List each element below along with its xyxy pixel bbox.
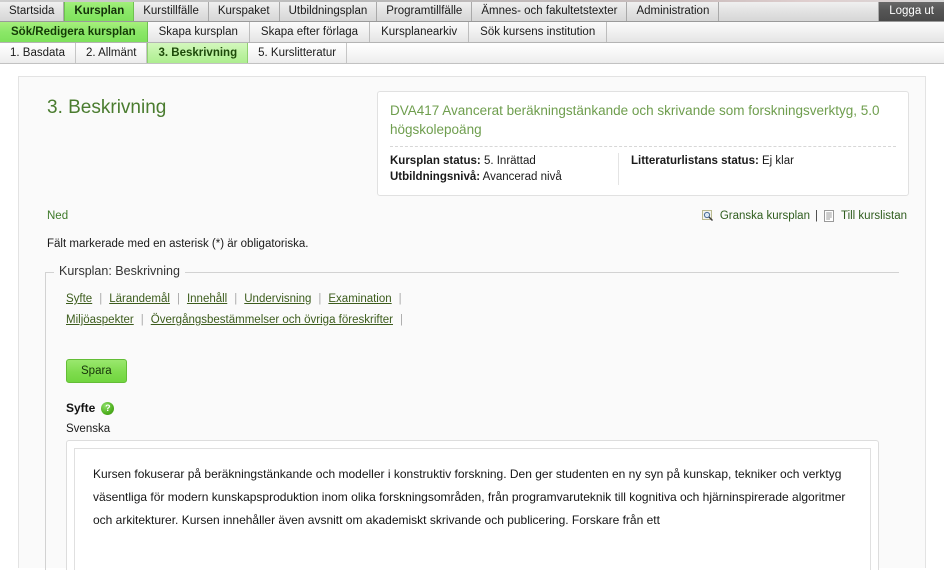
section-link-divider: |: [318, 293, 322, 305]
secondary-navigation-bar: Sök/Redigera kursplan Skapa kursplan Ska…: [0, 22, 944, 43]
required-fields-note: Fält markerade med en asterisk (*) är ob…: [47, 238, 309, 250]
subnav-filler: [607, 22, 944, 42]
nav-item-utbildningsplan[interactable]: Utbildningsplan: [280, 0, 378, 21]
nav-item-label: Kurstillfälle: [143, 4, 199, 17]
kursplan-status-row: Kursplan status: 5. Inrättad: [390, 153, 618, 169]
step-tab-5-kurslitteratur[interactable]: 5. Kurslitteratur: [248, 43, 348, 63]
section-link-divider: |: [99, 293, 103, 305]
syfte-editor-container[interactable]: Kursen fokuserar på beräkningstänkande o…: [66, 440, 879, 570]
ned-link[interactable]: Ned: [47, 210, 68, 222]
nav-item-label: Administration: [636, 4, 710, 17]
panel-header: 3. Beskrivning DVA417 Avancerat beräknin…: [35, 91, 909, 196]
subnav-item-label: Kursplanearkiv: [381, 26, 458, 38]
nav-item-label: Kursplan: [74, 4, 125, 17]
step-tab-label: 1. Basdata: [10, 47, 65, 59]
section-link-undervisning[interactable]: Undervisning: [244, 293, 311, 305]
right-action-links: Granska kursplan | Till kurslistan: [701, 210, 907, 222]
syfte-body-text: Kursen fokuserar på beräkningstänkande o…: [93, 467, 846, 527]
section-link-miljoaspekter[interactable]: Miljöaspekter: [66, 314, 134, 326]
step-tab-label: 3. Beskrivning: [158, 47, 238, 59]
subnav-item-skapa-efter-forlaga[interactable]: Skapa efter förlaga: [250, 22, 371, 42]
page-title: 3. Beskrivning: [47, 97, 167, 118]
nav-item-label: Utbildningsplan: [288, 4, 368, 17]
litteraturlista-status-label: Litteraturlistans status:: [631, 155, 759, 167]
section-link-divider: |: [140, 314, 144, 326]
nav-item-label: Ämnes- och fakultetstexter: [481, 4, 618, 17]
step-tab-label: 2. Allmänt: [85, 47, 137, 59]
document-list-icon: [823, 210, 835, 222]
granska-kursplan-link[interactable]: Granska kursplan: [720, 210, 810, 222]
syfte-editor-area[interactable]: Kursen fokuserar på beräkningstänkande o…: [74, 448, 871, 570]
subnav-item-label: Skapa kursplan: [158, 26, 238, 38]
course-title: DVA417 Avancerat beräkningstänkande och …: [390, 101, 896, 147]
magnifier-icon: [701, 210, 714, 222]
save-button[interactable]: Spara: [66, 359, 127, 383]
course-info-box: DVA417 Avancerat beräkningstänkande och …: [377, 91, 909, 196]
section-link-list: Syfte | Lärandemål | Innehåll | Undervisning | E…: [66, 289, 686, 331]
section-link-larandemal[interactable]: Lärandemål: [109, 293, 170, 305]
content-panel: 3. Beskrivning DVA417 Avancerat beräknin…: [18, 76, 926, 570]
action-link-row: Ned Granska kursplan | Till kurslistan: [35, 210, 909, 222]
step-navigation-bar: 1. Basdata 2. Allmänt 3. Beskrivning 5. …: [0, 43, 944, 64]
section-link-examination[interactable]: Examination: [328, 293, 391, 305]
section-link-syfte[interactable]: Syfte: [66, 293, 92, 305]
language-label: Svenska: [66, 423, 111, 435]
utbildningsniva-value: Avancerad nivå: [482, 171, 562, 183]
nav-item-startsida[interactable]: Startsida: [0, 0, 65, 21]
step-filler: [347, 43, 944, 63]
step-tab-label: 5. Kurslitteratur: [258, 47, 337, 59]
kursplan-status-value: 5. Inrättad: [483, 155, 536, 167]
fieldset-legend: Kursplan: Beskrivning: [54, 264, 185, 278]
step-tab-1-basdata[interactable]: 1. Basdata: [0, 43, 76, 63]
help-icon[interactable]: ?: [101, 401, 115, 415]
subnav-item-label: Skapa efter förlaga: [260, 26, 359, 38]
link-separator: |: [814, 210, 818, 222]
page-body: 3. Beskrivning DVA417 Avancerat beräknin…: [0, 64, 944, 570]
section-link-overgangsbestammelser[interactable]: Övergångsbestämmelser och övriga föreskr…: [151, 314, 393, 326]
section-link-divider: |: [398, 293, 402, 305]
syfte-label-text: Syfte: [66, 401, 96, 415]
section-link-innehall[interactable]: Innehåll: [187, 293, 227, 305]
subnav-item-sok-kursens-institution[interactable]: Sök kursens institution: [469, 22, 608, 42]
section-link-divider: |: [400, 314, 403, 326]
nav-item-programtillfalle[interactable]: Programtillfälle: [377, 0, 473, 21]
subnav-item-kursplanearkiv[interactable]: Kursplanearkiv: [370, 22, 470, 42]
utbildningsniva-label: Utbildningsnivå:: [390, 171, 481, 183]
course-status-grid: Kursplan status: 5. Inrättad Utbildnings…: [390, 153, 896, 185]
section-link-divider: |: [234, 293, 238, 305]
kursplan-status-label: Kursplan status:: [390, 155, 481, 167]
description-fieldset: Kursplan: Beskrivning Syfte | Lärandemål | I…: [45, 264, 899, 570]
step-tab-3-beskrivning[interactable]: 3. Beskrivning: [147, 43, 249, 63]
course-status-left-column: Kursplan status: 5. Inrättad Utbildnings…: [390, 153, 618, 185]
subnav-item-skapa-kursplan[interactable]: Skapa kursplan: [148, 22, 250, 42]
section-link-divider: |: [176, 293, 180, 305]
utbildningsniva-row: Utbildningsnivå: Avancerad nivå: [390, 169, 618, 185]
logout-button[interactable]: Logga ut: [879, 0, 944, 21]
litteraturlista-status-value: Ej klar: [762, 155, 794, 167]
nav-item-label: Programtillfälle: [386, 4, 463, 17]
syfte-field-label: Syfte ?: [66, 401, 889, 415]
logout-label: Logga ut: [889, 4, 934, 17]
nav-item-label: Kurspaket: [217, 4, 270, 17]
nav-item-kursplan[interactable]: Kursplan: [64, 0, 135, 21]
till-kurslistan-link[interactable]: Till kurslistan: [841, 210, 907, 222]
primary-navigation-bar: Startsida Kursplan Kurstillfälle Kurspak…: [0, 0, 944, 22]
step-tab-2-allmant[interactable]: 2. Allmänt: [76, 43, 148, 63]
subnav-item-label: Sök kursens institution: [480, 26, 596, 38]
course-status-right-column: Litteraturlistans status: Ej klar: [618, 153, 794, 185]
nav-item-kurspaket[interactable]: Kurspaket: [209, 0, 280, 21]
nav-item-amnes-och-fakultetstexter[interactable]: Ämnes- och fakultetstexter: [472, 0, 628, 21]
subnav-item-label: Sök/Redigera kursplan: [11, 26, 136, 38]
nav-filler: [719, 0, 880, 21]
subnav-item-sok-redigera-kursplan[interactable]: Sök/Redigera kursplan: [0, 22, 148, 42]
nav-item-administration[interactable]: Administration: [627, 0, 720, 21]
nav-item-label: Startsida: [9, 4, 55, 17]
nav-item-kurstillfalle[interactable]: Kurstillfälle: [134, 0, 209, 21]
litteraturlista-status-row: Litteraturlistans status: Ej klar: [631, 153, 794, 169]
